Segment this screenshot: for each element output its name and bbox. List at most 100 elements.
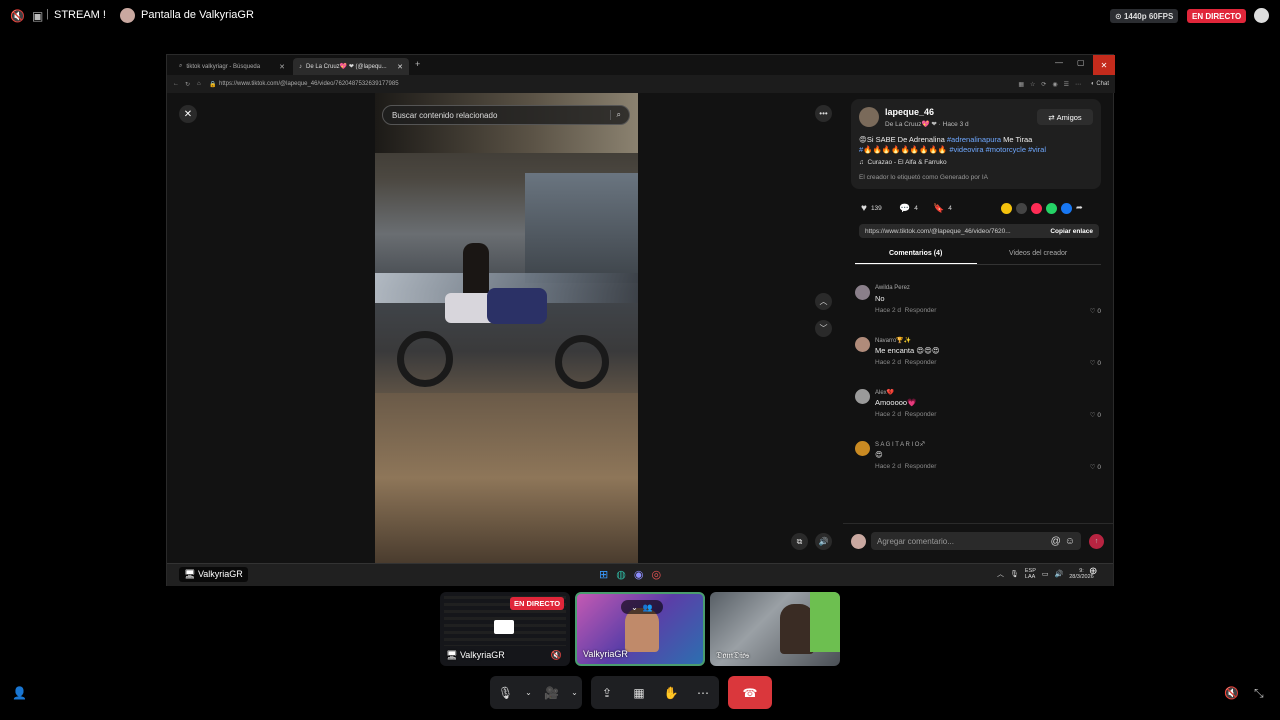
- microphone-icon[interactable]: 🎙: [494, 686, 518, 700]
- author-avatar[interactable]: [859, 107, 879, 127]
- avatar[interactable]: [855, 441, 870, 456]
- participant-tile-domdios[interactable]: 𝔇𝔬𝔪𝔇𝔦𝔬𝔰: [710, 592, 840, 666]
- save-count[interactable]: 🔖 4: [933, 203, 952, 214]
- add-comment-input[interactable]: Agregar comentario... @ ☺: [871, 532, 1081, 550]
- tab-creator-videos[interactable]: Videos del creador: [1009, 250, 1067, 257]
- embed-icon[interactable]: [1016, 203, 1027, 214]
- next-video-button[interactable]: ﹀: [815, 320, 832, 337]
- new-tab-button[interactable]: +: [415, 59, 420, 69]
- share-screen-icon[interactable]: ⇪: [595, 686, 619, 700]
- comment-like[interactable]: ♡ 0: [1090, 359, 1101, 367]
- tile-actions[interactable]: ⌄ 👥: [621, 600, 663, 614]
- tray-chevron-icon[interactable]: ︿: [997, 569, 1004, 579]
- avatar[interactable]: [855, 337, 870, 352]
- taskbar-apps: ⊞ ◍ ◉ ◎: [599, 568, 661, 581]
- back-icon[interactable]: ←: [173, 81, 185, 87]
- like-count[interactable]: ♥ 139: [861, 203, 882, 214]
- app-icon[interactable]: ◎: [651, 568, 661, 581]
- close-tab-icon[interactable]: ✕: [397, 63, 403, 71]
- share-buttons: ➦: [1001, 203, 1083, 214]
- minimize-button[interactable]: —: [1055, 58, 1063, 67]
- quality-badge: ⊙ 1440p 60FPS: [1110, 9, 1179, 23]
- avatar[interactable]: [855, 389, 870, 404]
- exit-fullscreen-icon[interactable]: ⤡: [1254, 686, 1264, 701]
- copilot-chat-button[interactable]: ◐ Chat: [1091, 81, 1109, 87]
- copy-link-button[interactable]: Copiar enlace: [1050, 228, 1093, 235]
- participant-tile-screen[interactable]: EN DIRECTO 🖥 ValkyriaGR 🔇: [440, 592, 570, 666]
- post-comment-button[interactable]: ↑: [1089, 534, 1104, 549]
- close-video-button[interactable]: ✕: [179, 105, 197, 123]
- emoji-icon[interactable]: ☺: [1065, 536, 1075, 547]
- hashtag-link[interactable]: #adrenalinapura: [947, 135, 1001, 144]
- previous-video-button[interactable]: ︿: [815, 293, 832, 310]
- floating-player-button[interactable]: ⧉: [791, 533, 808, 550]
- activities-icon[interactable]: ▦: [627, 686, 651, 700]
- share-arrow-icon[interactable]: ➦: [1076, 203, 1083, 214]
- music-label[interactable]: ♫ Curazao - El Alfa & Farruko: [859, 159, 947, 166]
- whatsapp-icon[interactable]: [1046, 203, 1057, 214]
- tab-tiktok[interactable]: ♪ De La Cruuz💖 ❤ (@lapequ... ✕: [293, 58, 409, 75]
- mic-icon[interactable]: 🎙: [1010, 570, 1019, 578]
- reply-button[interactable]: Responder: [905, 463, 937, 470]
- add-person-icon[interactable]: 👤: [12, 686, 27, 700]
- system-tray: ︿ 🎙 ESP LAA ▭ 🔊 9: 28/3/2026: [997, 568, 1094, 580]
- lock-icon: 🔒: [209, 81, 217, 88]
- volume-muted-icon[interactable]: 🔇: [10, 9, 25, 23]
- more-options-button[interactable]: •••: [815, 105, 832, 122]
- camera-options-chevron[interactable]: ⌄: [571, 688, 579, 697]
- edge-icon[interactable]: ◍: [616, 568, 626, 581]
- url-field[interactable]: https://www.tiktok.com/@lapeque_46/video…: [219, 81, 399, 87]
- search-icon[interactable]: ⌕: [609, 110, 621, 120]
- comment-like[interactable]: ♡ 0: [1090, 463, 1101, 471]
- volume-icon[interactable]: 🔊: [1055, 570, 1064, 578]
- reply-button[interactable]: Responder: [905, 411, 937, 418]
- comment-like[interactable]: ♡ 0: [1090, 307, 1101, 315]
- mute-stream-icon[interactable]: 🔇: [1224, 686, 1239, 700]
- emoji-share-icon[interactable]: [1001, 203, 1012, 214]
- screen-owner-label: 🖥 ValkyriaGR: [179, 567, 248, 582]
- send-icon[interactable]: [1031, 203, 1042, 214]
- muted-icon: 🔇: [550, 650, 562, 660]
- zoom-icon[interactable]: ⊕: [1089, 566, 1097, 577]
- windows-start-icon[interactable]: ⊞: [599, 568, 608, 581]
- comment-count[interactable]: 💬 4: [899, 203, 918, 214]
- leave-call-button[interactable]: ☎: [728, 676, 772, 709]
- chat-bubble-icon[interactable]: [1254, 8, 1269, 23]
- network-icon[interactable]: ▭: [1042, 570, 1049, 578]
- refresh-icon[interactable]: ↻: [185, 81, 197, 88]
- video-details-panel: lapeque_46 De La Cruuz💖 ❤ · Hace 3 d ⇄ A…: [843, 93, 1113, 563]
- mention-icon[interactable]: @: [1051, 536, 1061, 547]
- friends-button[interactable]: ⇄ Amigos: [1037, 109, 1093, 125]
- author-display-name: De La Cruuz💖 ❤ · Hace 3 d: [885, 121, 969, 128]
- channel-name[interactable]: STREAM !: [54, 9, 106, 21]
- more-options-icon[interactable]: ⋯: [691, 686, 715, 700]
- language-indicator[interactable]: ESP LAA: [1025, 568, 1036, 580]
- participant-tile-camera[interactable]: ⌄ 👥 ValkyriaGR: [575, 592, 705, 666]
- discord-icon[interactable]: ◉: [634, 568, 644, 581]
- close-tab-icon[interactable]: ✕: [279, 63, 285, 71]
- hashtag-links[interactable]: #videovira #motorcycle #viral: [949, 145, 1046, 154]
- browser-toolbar-icons[interactable]: ▦☆⟳◉☰⋯: [1018, 81, 1087, 88]
- author-username[interactable]: lapeque_46: [885, 107, 934, 117]
- soundboard-icon[interactable]: ✋: [659, 686, 683, 700]
- mic-options-chevron[interactable]: ⌄: [525, 688, 533, 697]
- reply-button[interactable]: Responder: [905, 359, 937, 366]
- avatar[interactable]: [855, 285, 870, 300]
- person-figure: [780, 604, 814, 654]
- related-search-input[interactable]: Buscar contenido relacionado ⌕: [382, 105, 630, 125]
- home-icon[interactable]: ⌂: [197, 81, 209, 87]
- maximize-button[interactable]: ▢: [1077, 58, 1085, 67]
- video-player[interactable]: [375, 93, 638, 563]
- video-link-field[interactable]: https://www.tiktok.com/@lapeque_46/video…: [859, 224, 1099, 238]
- comment-like[interactable]: ♡ 0: [1090, 411, 1101, 419]
- stream-top-bar: 🔇 ▣ | STREAM ! Pantalla de ValkyriaGR ⊙ …: [0, 0, 1280, 32]
- rider-figure: [463, 243, 489, 298]
- close-window-button[interactable]: ✕: [1093, 55, 1115, 75]
- camera-icon[interactable]: 🎥: [540, 686, 564, 700]
- tab-bing-search[interactable]: ⌕ tiktok valkyriagr - Búsqueda ✕: [173, 58, 291, 75]
- volume-button[interactable]: 🔊: [815, 533, 832, 550]
- facebook-icon[interactable]: [1061, 203, 1072, 214]
- bookmark-icon: 🔖: [933, 203, 945, 213]
- reply-button[interactable]: Responder: [905, 307, 937, 314]
- tab-comments[interactable]: Comentarios (4): [889, 250, 942, 257]
